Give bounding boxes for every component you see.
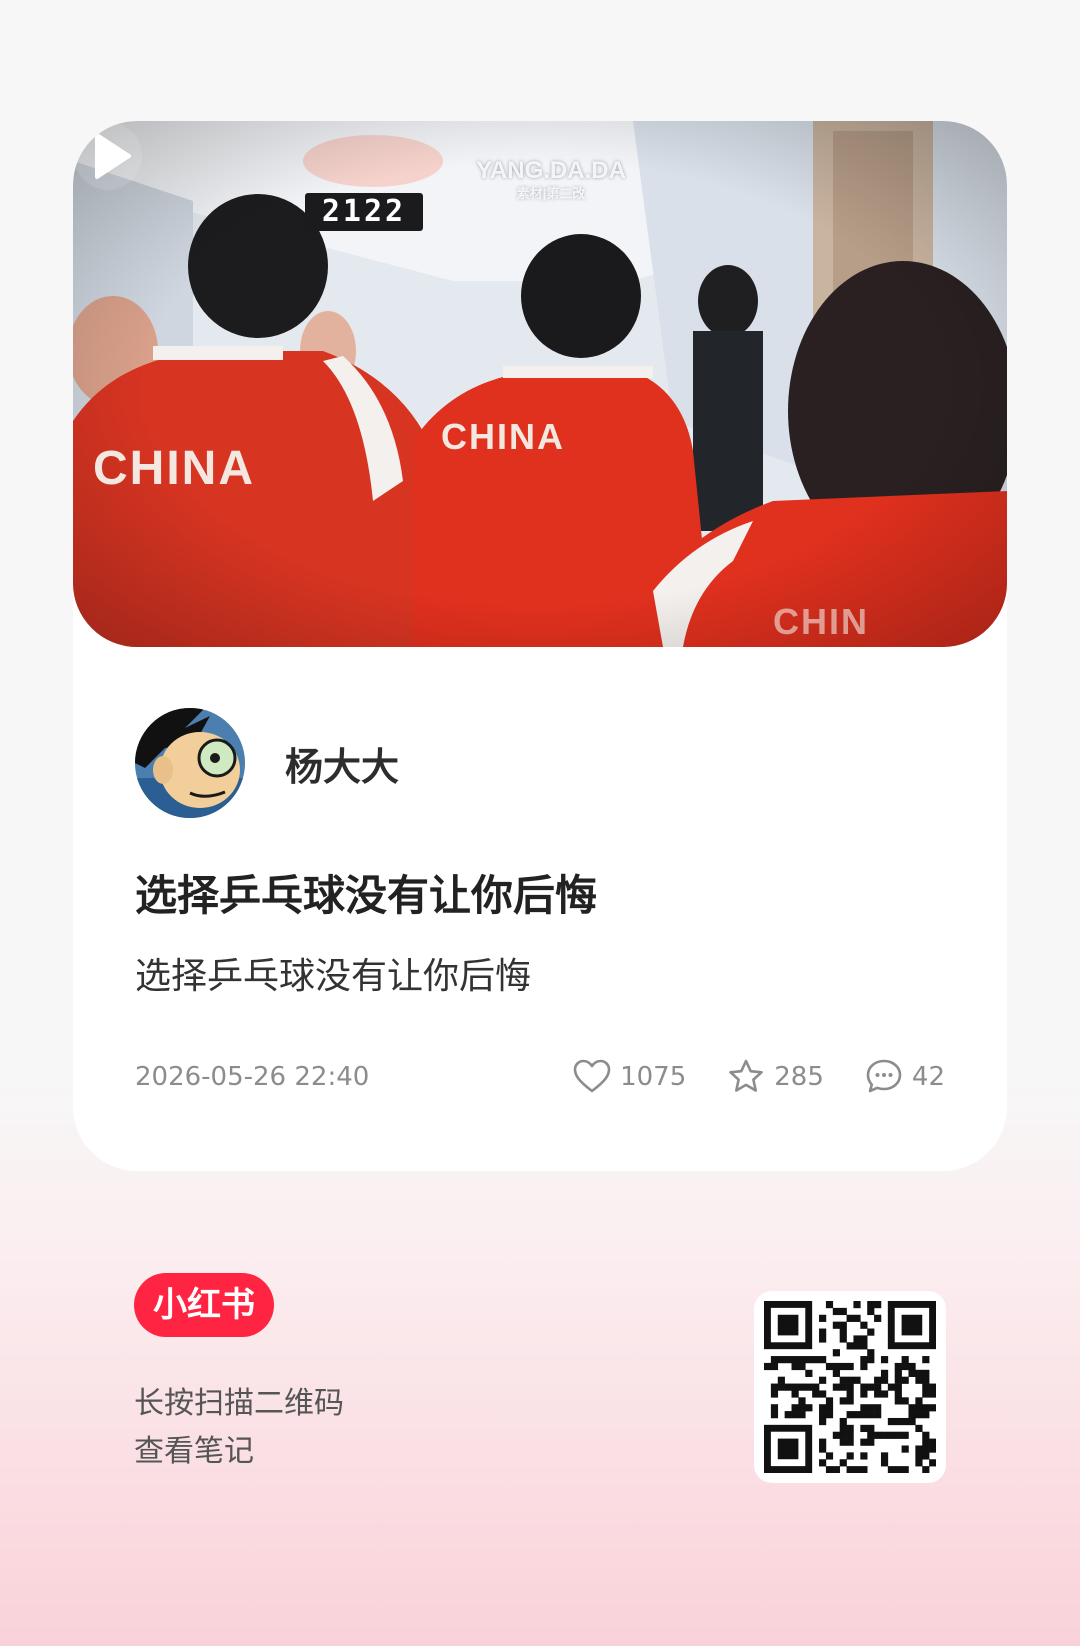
cover-image[interactable]: YANG.DA.DA 素材|第二改 2122 CHINA CHINA CHIN: [73, 121, 1007, 647]
play-icon[interactable]: [73, 121, 143, 191]
avatar[interactable]: [135, 708, 245, 818]
collect-button[interactable]: 285: [726, 1057, 824, 1097]
collect-count: 285: [774, 1062, 824, 1092]
note-description: 选择乒乓球没有让你后悔: [135, 956, 532, 997]
scan-hint-line2: 查看笔记: [134, 1434, 254, 1469]
qr-code[interactable]: [754, 1291, 946, 1483]
scan-hint-line1: 长按扫描二维码: [134, 1386, 344, 1421]
star-icon: [729, 1059, 764, 1092]
post-date: 2026-05-26 22:40: [135, 1062, 370, 1092]
jersey-label-right: CHIN: [773, 601, 869, 642]
jersey-label-left: CHINA: [93, 442, 255, 495]
xiaohongshu-logo: 小红书: [134, 1273, 274, 1337]
note-card[interactable]: YANG.DA.DA 素材|第二改 2122 CHINA CHINA CHIN …: [73, 121, 1007, 1171]
heart-icon: [573, 1059, 611, 1093]
like-count: 1075: [620, 1062, 687, 1092]
comment-icon: [866, 1059, 902, 1093]
comment-button[interactable]: 42: [864, 1057, 945, 1097]
cover-watermark: YANG.DA.DA 素材|第二改: [476, 157, 626, 201]
scan-hint: 长按扫描二维码 查看笔记: [134, 1380, 344, 1476]
meta-row: 2026-05-26 22:40 1075 285 42: [135, 1051, 945, 1103]
author-name[interactable]: 杨大大: [285, 736, 399, 791]
jersey-label-center: CHINA: [441, 416, 565, 457]
corridor-clock-display: 2122: [305, 193, 423, 231]
like-button[interactable]: 1075: [572, 1057, 686, 1097]
note-title: 选择乒乓球没有让你后悔: [135, 871, 598, 920]
author-row[interactable]: 杨大大: [135, 708, 399, 818]
qr-code-icon: [764, 1301, 936, 1473]
comment-count: 42: [911, 1062, 945, 1092]
